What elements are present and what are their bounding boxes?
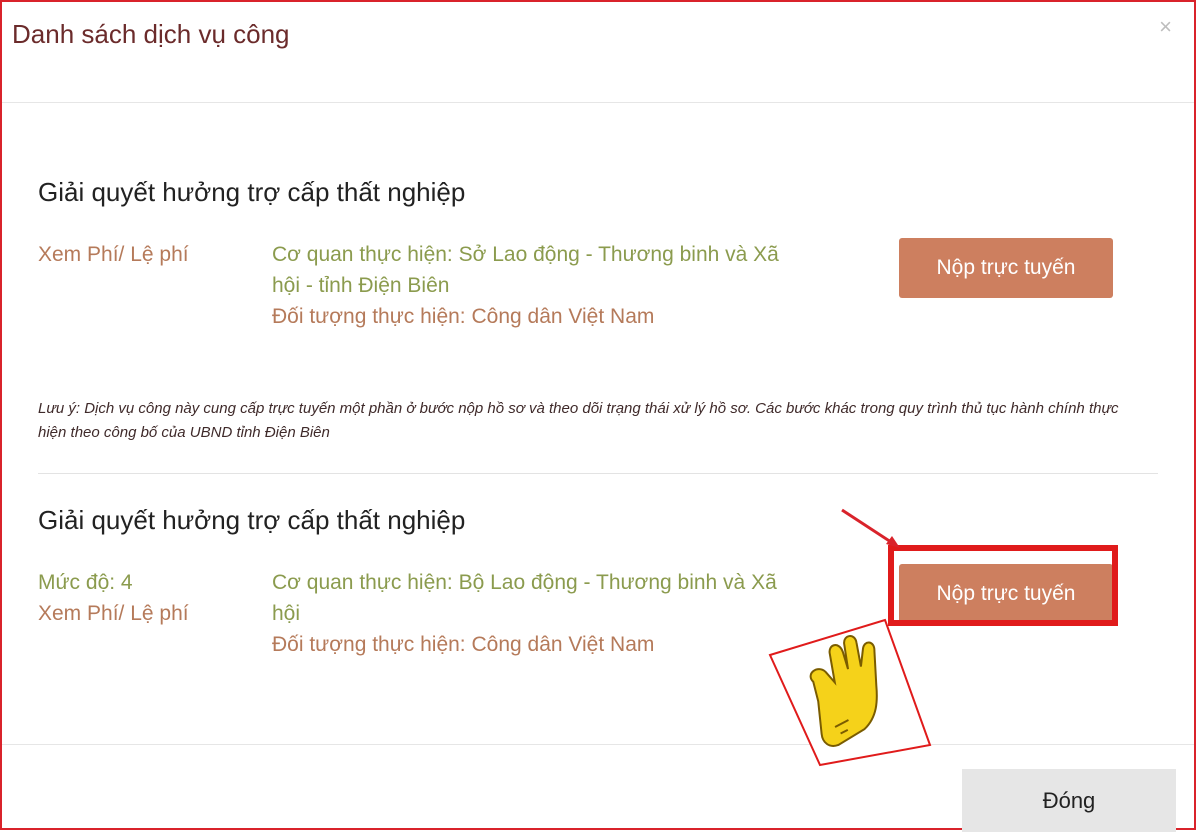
fee-link[interactable]: Xem Phí/ Lệ phí <box>38 239 189 270</box>
service-title: Giải quyết hưởng trợ cấp thất nghiệp <box>38 177 466 207</box>
agency-line: Cơ quan thực hiện: Bộ Lao động - Thương … <box>272 571 777 594</box>
service-side-info: Xem Phí/ Lệ phí <box>38 239 189 270</box>
service-list-dialog: Danh sách dịch vụ công × Giải quyết hưởn… <box>0 0 1196 832</box>
service-level: Mức độ: 4 <box>38 571 133 594</box>
service-side-info: Mức độ: 4 Xem Phí/ Lệ phí <box>38 567 189 629</box>
service-title: Giải quyết hưởng trợ cấp thất nghiệp <box>38 505 466 535</box>
section-divider <box>38 473 1158 474</box>
close-icon[interactable]: × <box>1159 14 1172 40</box>
footer-divider <box>2 744 1194 745</box>
dialog-header: Danh sách dịch vụ công × <box>2 2 1194 103</box>
subject-line: Đối tượng thực hiện: Công dân Việt Nam <box>272 305 655 328</box>
agency-line: Cơ quan thực hiện: Sở Lao động - Thương … <box>272 243 779 266</box>
service-note: Lưu ý: Dịch vụ công này cung cấp trực tu… <box>38 400 1119 441</box>
submit-online-button[interactable]: Nộp trực tuyến <box>899 238 1113 298</box>
agency-line: hội - tỉnh Điện Biên <box>272 274 450 297</box>
hand-pointer-icon <box>768 618 932 767</box>
red-arrow-icon <box>841 508 900 548</box>
service-details: Cơ quan thực hiện: Sở Lao động - Thương … <box>272 239 857 332</box>
fee-link[interactable]: Xem Phí/ Lệ phí <box>38 598 189 629</box>
close-button[interactable]: Đóng <box>962 769 1176 832</box>
dialog-title: Danh sách dịch vụ công <box>12 19 290 49</box>
